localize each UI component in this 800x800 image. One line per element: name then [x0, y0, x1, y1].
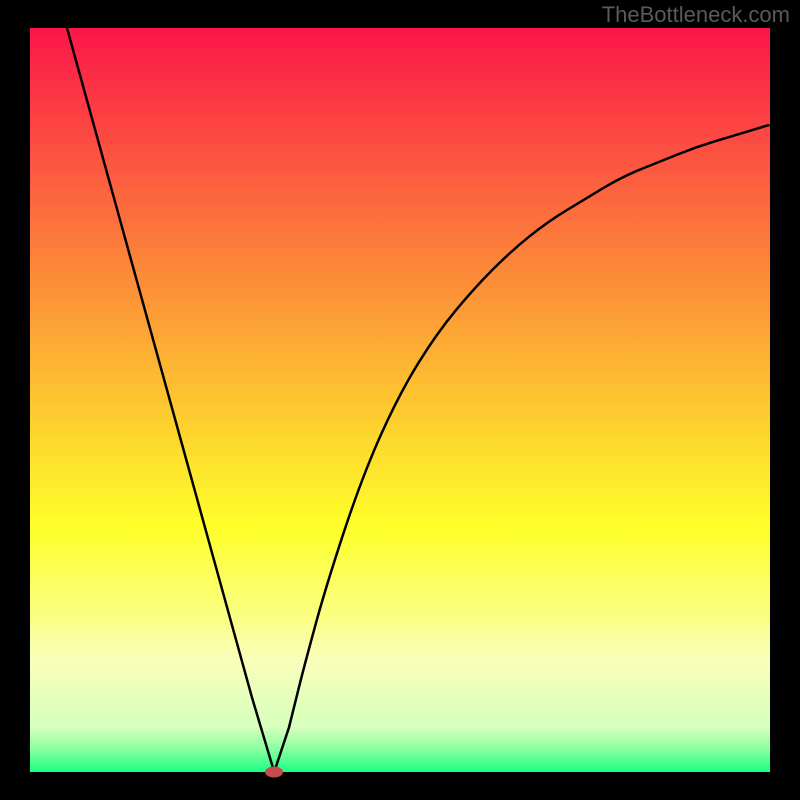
plot-area — [30, 28, 770, 772]
watermark-text: TheBottleneck.com — [602, 2, 790, 28]
optimal-marker — [265, 767, 283, 778]
bottleneck-curve — [30, 28, 770, 772]
